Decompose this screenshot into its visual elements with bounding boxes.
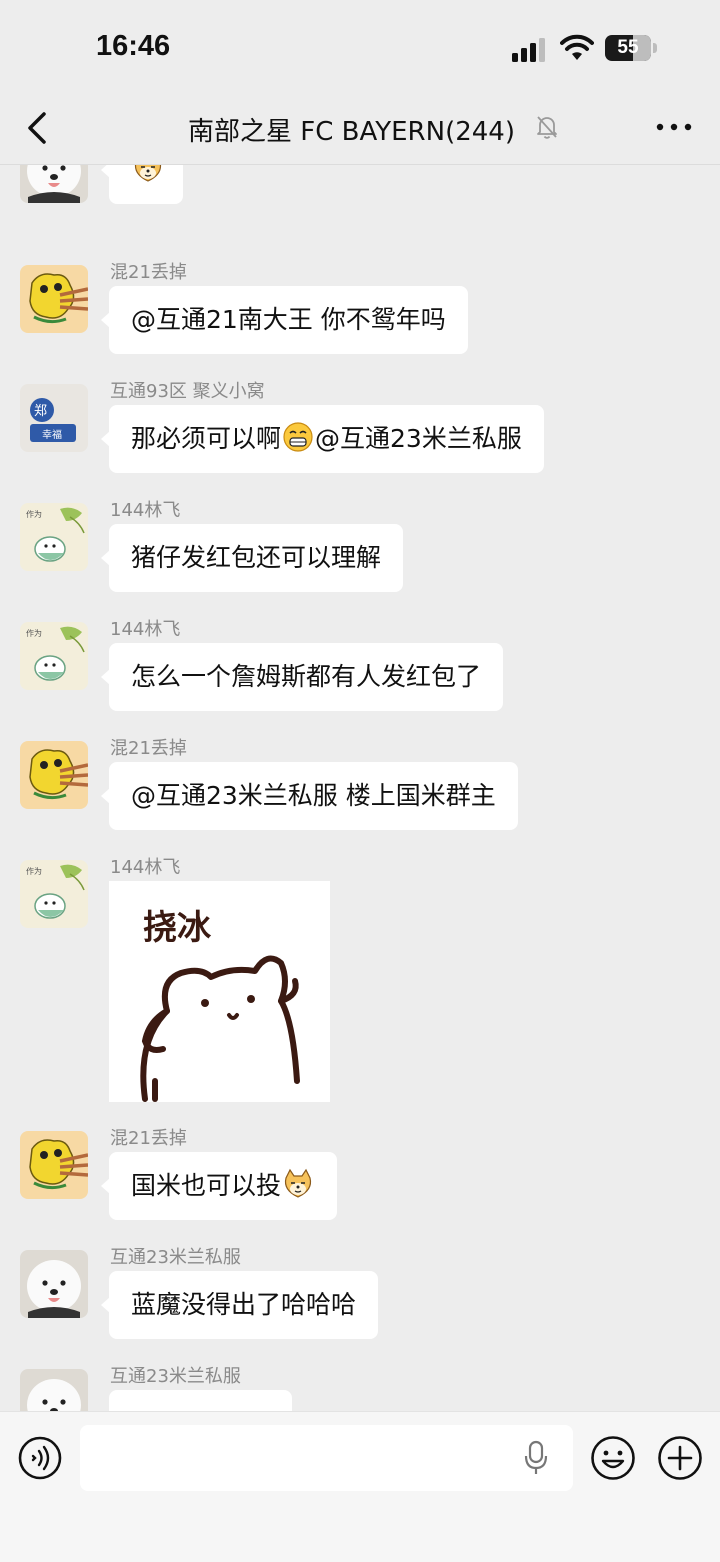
microphone-icon[interactable] (524, 1440, 548, 1476)
chat-title: 南部之星 FC BAYERN(244) (188, 117, 515, 147)
status-time: 16:46 (96, 30, 171, 62)
bear-sticker-image: 挠冰 (140, 908, 300, 1102)
avatar-yellow-cartoon[interactable] (20, 265, 88, 333)
avatar-green-cat[interactable]: 作为 (20, 503, 88, 571)
battery-icon: 55 (605, 35, 657, 61)
message-bubble[interactable]: @互通21南大王 你不鸳年吗 (101, 286, 468, 354)
avatar-samoyed[interactable] (20, 165, 88, 203)
svg-text:郑: 郑 (34, 404, 47, 419)
sender-name: 互通23米兰私服 (110, 1366, 241, 1387)
doge-emoji-icon (134, 165, 162, 182)
sender-name: 混21丢掉 (110, 738, 187, 759)
message-bubble[interactable] (109, 1390, 292, 1411)
input-bar (0, 1411, 720, 1562)
message-text: 那必须可以啊 (131, 424, 282, 453)
sender-name: 互通93区 聚义小窝 (110, 381, 265, 402)
sticker-caption: 挠冰 (143, 908, 212, 948)
doge-emoji-icon (284, 1168, 312, 1198)
avatar-yellow-cartoon[interactable] (20, 1131, 88, 1199)
avatar-green-cat[interactable]: 作为 (20, 622, 88, 690)
message-bubble-emoji[interactable] (101, 165, 183, 204)
svg-text:作为: 作为 (26, 509, 42, 519)
sender-name: 混21丢掉 (110, 1128, 187, 1149)
message-bubble[interactable]: 猪仔发红包还可以理解 (100, 524, 404, 592)
message-bubble[interactable]: 国米也可以投 (100, 1152, 338, 1220)
avatar-zheng-doll[interactable]: 郑 幸福 (20, 384, 88, 452)
status-bar: 16:46 55 (0, 0, 720, 96)
avatar-green-cat[interactable]: 作为 (20, 860, 88, 928)
cellular-signal-icon (512, 38, 545, 62)
message-bubble[interactable]: @互通23米兰私服 楼上国米群主 (101, 762, 518, 830)
message-text: @互通23米兰私服 (315, 424, 522, 453)
svg-text:作为: 作为 (26, 628, 42, 638)
sticker-message[interactable]: 挠冰 (109, 881, 330, 1102)
chat-header: 南部之星 FC BAYERN(244) (0, 96, 720, 165)
battery-level: 55 (617, 37, 639, 58)
message-bubble[interactable]: 蓝魔没得出了哈哈哈 (100, 1271, 379, 1339)
more-options-icon[interactable] (654, 114, 694, 140)
wifi-icon (560, 34, 594, 60)
avatar-samoyed[interactable] (20, 1369, 88, 1411)
voice-input-icon[interactable] (18, 1436, 62, 1480)
avatar-yellow-cartoon[interactable] (20, 741, 88, 809)
avatar-samoyed[interactable] (20, 1250, 88, 1318)
message-input[interactable] (80, 1425, 573, 1491)
back-arrow-icon[interactable] (20, 108, 56, 148)
svg-text:幸福: 幸福 (42, 428, 62, 441)
message-bubble[interactable]: 怎么一个詹姆斯都有人发红包了 (100, 643, 504, 711)
muted-bell-icon (537, 116, 557, 139)
message-bubble[interactable]: 那必须可以啊 @互通23米兰私服 (101, 405, 544, 473)
sender-name: 144林飞 (110, 857, 181, 878)
grin-emoji-icon (283, 422, 313, 452)
add-more-icon[interactable] (657, 1435, 703, 1481)
message-list[interactable]: 混21丢掉 @互通21南大王 你不鸳年吗 郑 幸福 互通93区 聚义小窝 那必须… (0, 165, 720, 1411)
emoji-picker-icon[interactable] (590, 1435, 636, 1481)
svg-text:作为: 作为 (26, 866, 42, 876)
sender-name: 144林飞 (110, 619, 181, 640)
message-text: 国米也可以投 (131, 1171, 282, 1200)
sender-name: 互通23米兰私服 (110, 1247, 241, 1268)
sender-name: 144林飞 (110, 500, 181, 521)
sender-name: 混21丢掉 (110, 262, 187, 283)
